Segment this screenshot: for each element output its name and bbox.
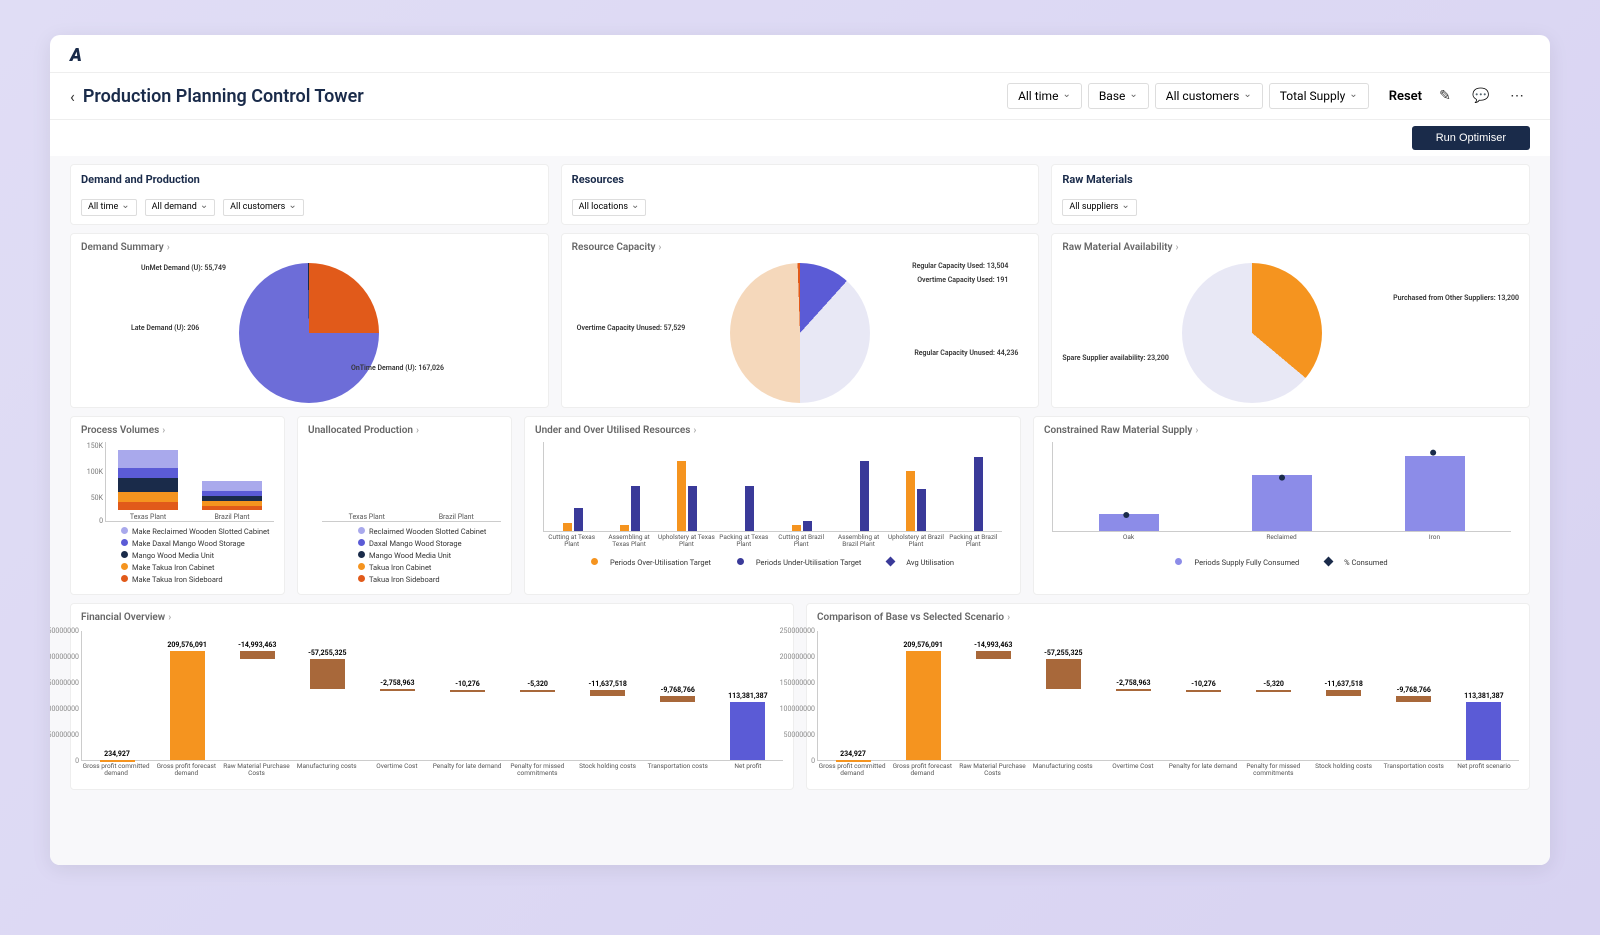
chart-unallocated: Unallocated Production Texas Plant Brazi… <box>297 416 512 595</box>
chart-constrained-supply: Constrained Raw Material Supply Oak Recl… <box>1033 416 1530 595</box>
demand-filter-demand[interactable]: All demand <box>145 199 216 216</box>
app-window: A ‹ Production Planning Control Tower Al… <box>50 35 1550 865</box>
edit-icon[interactable]: ✎ <box>1432 83 1458 109</box>
chart-raw-availability: Raw Material Availability Purchased from… <box>1051 233 1530 408</box>
comment-icon[interactable]: 💬 <box>1468 83 1494 109</box>
filter-time[interactable]: All time <box>1007 83 1082 109</box>
page-title: Production Planning Control Tower <box>83 86 364 107</box>
chart-comparison: Comparison of Base vs Selected Scenario … <box>806 603 1530 790</box>
demand-filter-customers[interactable]: All customers <box>223 199 304 216</box>
process-volumes-title[interactable]: Process Volumes <box>81 425 274 436</box>
run-bar: Run Optimiser <box>50 120 1550 156</box>
topbar: A <box>50 35 1550 73</box>
filter-supply[interactable]: Total Supply <box>1269 83 1369 109</box>
financial-title[interactable]: Financial Overview <box>81 612 783 623</box>
dashboard-content[interactable]: Demand and Production All time All deman… <box>50 156 1550 865</box>
logo-icon: A <box>70 45 82 66</box>
panel-raw-title: Raw Materials <box>1062 173 1519 186</box>
panel-raw: Raw Materials All suppliers <box>1051 164 1530 225</box>
chart-demand-summary: Demand Summary UnMet Demand (U): 55,749 … <box>70 233 549 408</box>
back-icon[interactable]: ‹ <box>70 87 75 106</box>
panel-demand: Demand and Production All time All deman… <box>70 164 549 225</box>
filter-customers[interactable]: All customers <box>1155 83 1263 109</box>
chart-financial-overview: Financial Overview 250000000200000000150… <box>70 603 794 790</box>
chart-resource-capacity: Resource Capacity Regular Capacity Used:… <box>561 233 1040 408</box>
raw-availability-title[interactable]: Raw Material Availability <box>1062 242 1519 253</box>
unallocated-title[interactable]: Unallocated Production <box>308 425 501 436</box>
utilisation-title[interactable]: Under and Over Utilised Resources <box>535 425 1010 436</box>
filter-scenario[interactable]: Base <box>1088 83 1149 109</box>
panel-resources-title: Resources <box>572 173 1029 186</box>
more-icon[interactable]: ⋯ <box>1504 83 1530 109</box>
titlebar: ‹ Production Planning Control Tower All … <box>50 73 1550 120</box>
chart-process-volumes: Process Volumes 150K 100K 50K 0 Texas Pl… <box>70 416 285 595</box>
raw-filter-suppliers[interactable]: All suppliers <box>1062 199 1136 216</box>
resources-filter-locations[interactable]: All locations <box>572 199 647 216</box>
constrained-supply-title[interactable]: Constrained Raw Material Supply <box>1044 425 1519 436</box>
reset-button[interactable]: Reset <box>1389 89 1422 104</box>
panel-resources: Resources All locations <box>561 164 1040 225</box>
demand-filter-time[interactable]: All time <box>81 199 137 216</box>
run-optimiser-button[interactable]: Run Optimiser <box>1412 126 1530 150</box>
panel-demand-title: Demand and Production <box>81 173 538 186</box>
resource-capacity-title[interactable]: Resource Capacity <box>572 242 1029 253</box>
demand-summary-title[interactable]: Demand Summary <box>81 242 538 253</box>
comparison-title[interactable]: Comparison of Base vs Selected Scenario <box>817 612 1519 623</box>
chart-utilisation: Under and Over Utilised Resources <box>524 416 1021 595</box>
